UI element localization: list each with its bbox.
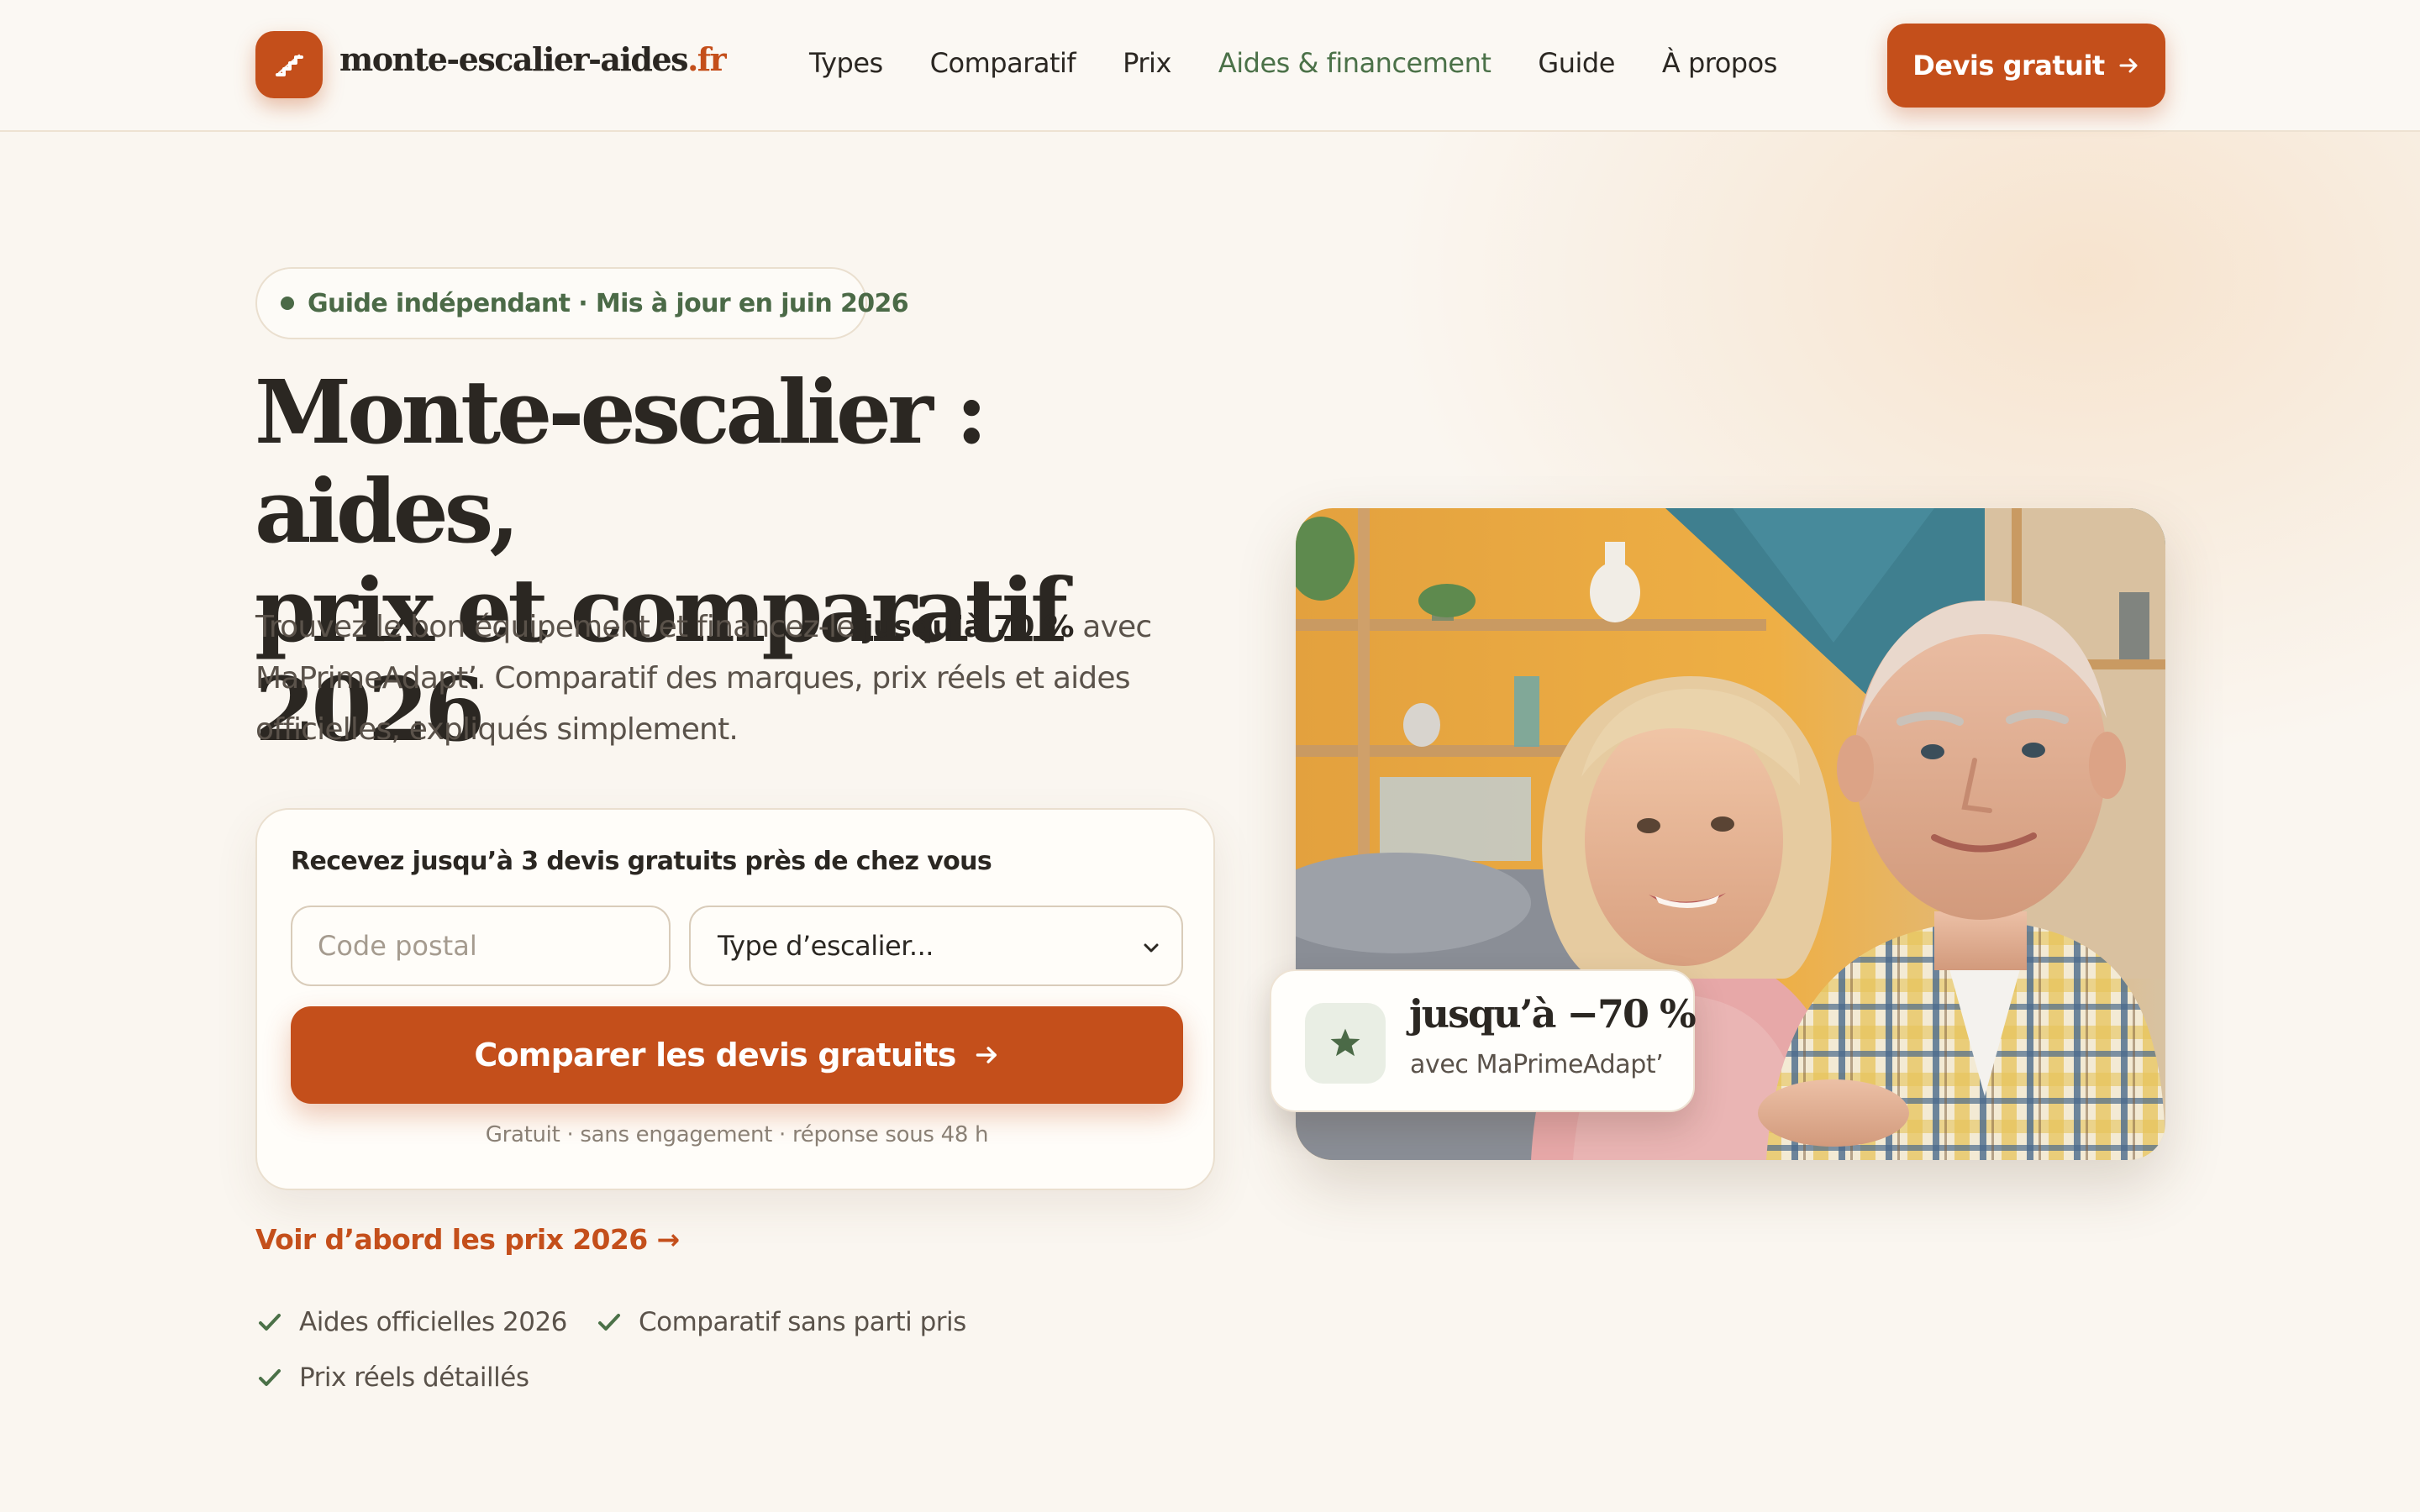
check-icon: [259, 1314, 281, 1331]
stair-type-select-value: Type d’escalier...: [718, 930, 934, 962]
nav-item-prix[interactable]: Prix: [1123, 47, 1171, 79]
logo-tld: .fr: [687, 40, 727, 78]
nav-item-a-propos[interactable]: À propos: [1662, 47, 1777, 79]
arrow-right-icon: [2119, 58, 2138, 73]
chevron-down-icon: [1144, 943, 1159, 953]
benefit-label: Comparatif sans parti pris: [639, 1307, 966, 1337]
nav-item-types[interactable]: Types: [809, 47, 883, 79]
star-icon: [1305, 1003, 1386, 1084]
nav-item-aides-financement[interactable]: Aides & financement: [1218, 47, 1491, 79]
logo-main: monte-escalier-aides: [339, 40, 689, 78]
postal-code-input[interactable]: [291, 906, 671, 986]
form-note: Gratuit · sans engagement · réponse sous…: [485, 1122, 989, 1147]
benefit-label: Aides officielles 2026: [299, 1307, 567, 1337]
devis-gratuit-label: Devis gratuit: [1912, 50, 2105, 81]
hero-lead-start: Trouvez le bon équipement et financez-le: [255, 610, 864, 644]
check-icon: [598, 1314, 620, 1331]
main-nav: Types Comparatif Prix Aides & financemen…: [809, 47, 1824, 79]
nav-item-comparatif[interactable]: Comparatif: [930, 47, 1076, 79]
compare-quotes-button[interactable]: Comparer les devis gratuits: [291, 1006, 1183, 1104]
logo-stairs-icon[interactable]: [255, 31, 323, 98]
quote-form-card: Recevez jusqu’à 3 devis gratuits près de…: [255, 808, 1215, 1190]
check-icon: [259, 1369, 281, 1386]
status-dot-icon: [281, 297, 294, 310]
benefit-item: Aides officielles 2026: [255, 1307, 567, 1337]
savings-value: jusqu’à −70 %: [1409, 991, 1697, 1037]
compare-quotes-label: Comparer les devis gratuits: [474, 1037, 956, 1074]
page-title-line1: Monte-escalier : aides,: [255, 360, 987, 563]
stair-type-select[interactable]: Type d’escalier...: [689, 906, 1183, 986]
page: monte-escalier-aides.fr Types Comparatif…: [0, 0, 2420, 1512]
site-header: monte-escalier-aides.fr Types Comparatif…: [0, 0, 2420, 132]
savings-stat-card: jusqu’à −70 % avec MaPrimeAdapt’: [1270, 969, 1697, 1112]
logo-wordmark[interactable]: monte-escalier-aides.fr: [339, 40, 727, 91]
update-badge: Guide indépendant · Mis à jour en juin 2…: [255, 267, 909, 339]
hero-lead: Trouvez le bon équipement et financez-le…: [255, 601, 1205, 755]
quote-form-title: Recevez jusqu’à 3 devis gratuits près de…: [291, 847, 992, 876]
hero-lead-highlight: jusqu’à 70 %: [863, 610, 1074, 644]
arrow-right-icon: [976, 1047, 997, 1063]
benefit-label: Prix réels détaillés: [299, 1362, 529, 1393]
savings-label: avec MaPrimeAdapt’: [1410, 1050, 1664, 1079]
benefit-item: Comparatif sans parti pris: [595, 1307, 966, 1337]
nav-item-guide[interactable]: Guide: [1538, 47, 1615, 79]
devis-gratuit-button[interactable]: Devis gratuit: [1887, 24, 2165, 108]
prices-link[interactable]: Voir d’abord les prix 2026 →: [255, 1223, 680, 1256]
update-badge-text: Guide indépendant · Mis à jour en juin 2…: [308, 288, 909, 318]
benefit-item: Prix réels détaillés: [255, 1362, 529, 1393]
